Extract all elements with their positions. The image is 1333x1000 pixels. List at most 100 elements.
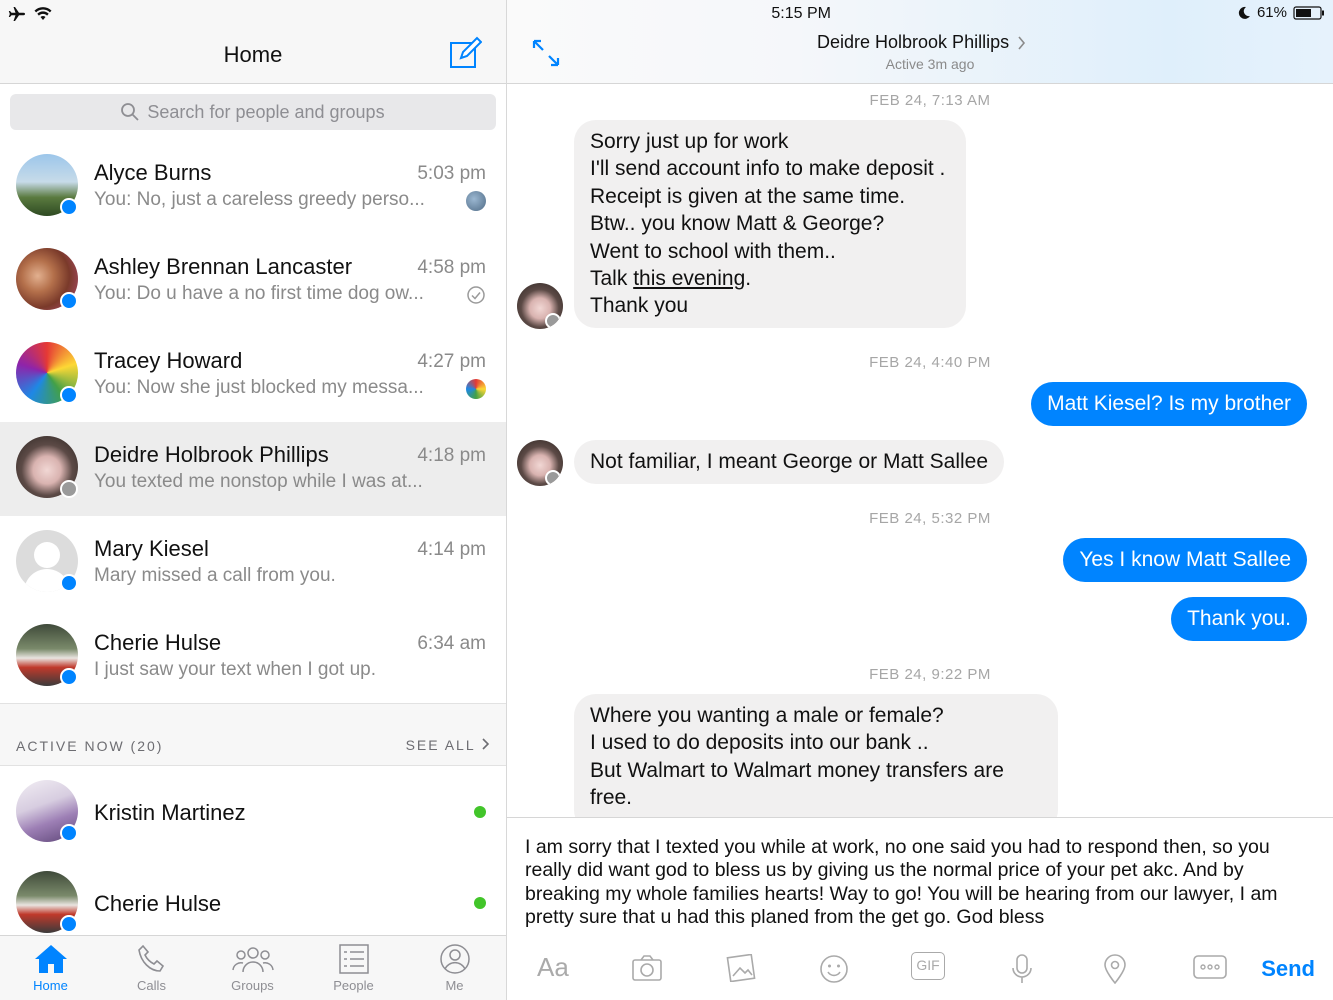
conversation-preview: I just saw your text when I got up. <box>94 659 376 680</box>
compose-icon <box>450 36 483 68</box>
home-header: Home <box>0 0 506 84</box>
conversation-name: Cherie Hulse <box>94 630 222 655</box>
page-title: Home <box>223 42 283 67</box>
conversation-row-selected[interactable]: Deidre Holbrook Phillips 4:18 pm You tex… <box>0 422 506 516</box>
tab-groups[interactable]: Groups <box>202 936 303 1000</box>
chat-subtitle: Active 3m ago <box>885 56 975 72</box>
active-now-header: ACTIVE NOW (20) SEE ALL <box>0 703 506 766</box>
conversation-row[interactable]: Tracey Howard 4:27 pm You: Now she just … <box>0 328 506 422</box>
outgoing-message[interactable]: Thank you. <box>1171 597 1307 641</box>
conversation-name: Ashley Brennan Lancaster <box>94 254 353 279</box>
chat-pane: 5:15 PM 61% Deidre Holbrook Phillips Act… <box>507 0 1333 1000</box>
camera-icon[interactable] <box>631 954 663 982</box>
tab-home[interactable]: Home <box>0 936 101 1000</box>
conversation-time: 4:58 pm <box>417 257 486 278</box>
search-input[interactable]: Search for people and groups <box>10 94 496 130</box>
message-line: free. <box>590 786 633 810</box>
more-options-icon[interactable] <box>1193 954 1227 980</box>
conversation-pane: Home Search for people and groups Alyce … <box>0 0 507 1000</box>
emoji-icon[interactable] <box>819 954 849 984</box>
conversation-preview: You: Do u have a no first time dog ow... <box>94 283 424 304</box>
conversation-time: 5:03 pm <box>417 163 486 184</box>
sent-check-icon <box>467 286 485 304</box>
chat-header: 5:15 PM 61% Deidre Holbrook Phillips Act… <box>507 0 1333 84</box>
see-all-link[interactable]: SEE ALL <box>406 737 490 753</box>
send-button[interactable]: Send <box>1261 956 1315 982</box>
conversation-row[interactable]: Alyce Burns 5:03 pm You: No, just a care… <box>0 140 506 234</box>
message-line: But Walmart to Walmart money transfers a… <box>590 758 1004 782</box>
text-style-button[interactable]: Aa <box>537 952 569 983</box>
message-line: I used to do deposits into our bank .. <box>590 731 929 755</box>
message-line: I'll send account info to make deposit . <box>590 157 946 181</box>
outgoing-message[interactable]: Yes I know Matt Sallee <box>1063 538 1307 582</box>
tab-label: People <box>333 978 374 993</box>
active-person-name: Kristin Martinez <box>94 800 246 825</box>
message-composer[interactable]: I am sorry that I texted you while at wo… <box>507 817 1333 1000</box>
chat-title-button[interactable]: Deidre Holbrook Phillips <box>817 32 1026 53</box>
incoming-message[interactable]: Not familiar, I meant George or Matt Sal… <box>574 440 1005 484</box>
conversation-row[interactable]: Ashley Brennan Lancaster 4:58 pm You: Do… <box>0 234 506 328</box>
tab-calls[interactable]: Calls <box>101 936 202 1000</box>
location-pin-icon[interactable] <box>1103 954 1127 984</box>
search-placeholder: Search for people and groups <box>147 101 385 122</box>
message-line: Receipt is given at the same time. <box>590 184 906 208</box>
conversation-row[interactable]: Cherie Hulse 6:34 am I just saw your tex… <box>0 610 506 704</box>
gif-button[interactable]: GIF <box>911 952 945 980</box>
search-icon <box>121 103 140 121</box>
tab-bar: Home Calls Groups People Me <box>0 935 506 1000</box>
conversation-preview: You texted me nonstop while I was at... <box>94 471 423 492</box>
messenger-badge-icon <box>60 915 78 933</box>
timestamp: FEB 24, 4:40 PM <box>869 354 991 371</box>
facebook-badge-icon <box>60 480 78 498</box>
chat-title: Deidre Holbrook Phillips <box>817 32 1010 52</box>
groups-icon <box>231 947 274 973</box>
seen-avatar-icon <box>466 379 486 399</box>
profile-icon <box>439 944 470 974</box>
conversation-preview: Mary missed a call from you. <box>94 565 336 586</box>
tab-me[interactable]: Me <box>404 936 505 1000</box>
messenger-badge-icon <box>60 292 78 310</box>
sender-avatar[interactable] <box>517 283 563 329</box>
message-line: Went to school with them.. <box>590 239 836 263</box>
tab-people[interactable]: People <box>303 936 404 1000</box>
microphone-icon[interactable] <box>1011 954 1033 984</box>
date-link[interactable]: this evening <box>633 267 745 290</box>
moon-icon <box>1238 6 1250 19</box>
messenger-badge-icon <box>60 574 78 592</box>
phone-icon <box>137 944 164 972</box>
active-person-row[interactable]: Kristin Martinez <box>0 766 506 858</box>
conversation-preview: You: Now she just blocked my messa... <box>94 377 424 398</box>
messenger-badge-icon <box>60 386 78 404</box>
airplane-icon <box>8 7 26 21</box>
battery-icon <box>1293 5 1324 20</box>
conversation-row[interactable]: Mary Kiesel 4:14 pm Mary missed a call f… <box>0 516 506 610</box>
timestamp: FEB 24, 7:13 AM <box>869 92 991 109</box>
message-text: . <box>745 267 752 291</box>
tab-label: Me <box>445 978 464 993</box>
message-input[interactable]: I am sorry that I texted you while at wo… <box>525 836 1315 929</box>
outgoing-message[interactable]: Matt Kiesel? Is my brother <box>1031 382 1307 426</box>
timestamp: FEB 24, 9:22 PM <box>869 666 991 683</box>
conversation-time: 4:27 pm <box>417 351 486 372</box>
messenger-badge-icon <box>60 198 78 216</box>
photo-gallery-icon[interactable] <box>725 954 757 982</box>
home-icon <box>34 945 67 973</box>
incoming-message[interactable]: Sorry just up for work I'll send account… <box>574 120 966 328</box>
message-line: Sorry just up for work <box>590 130 789 153</box>
messenger-badge-icon <box>60 668 78 686</box>
active-now-label: ACTIVE NOW (20) <box>16 738 164 754</box>
conversation-time: 4:18 pm <box>417 445 486 466</box>
battery-percent: 61% <box>1256 4 1287 21</box>
online-indicator-icon <box>474 806 486 818</box>
incoming-message[interactable]: Where you wanting a male or female? I us… <box>574 694 1058 817</box>
status-time: 5:15 PM <box>771 5 831 22</box>
see-all-label: SEE ALL <box>405 737 476 753</box>
tab-label: Home <box>33 978 68 993</box>
seen-avatar-icon <box>466 191 486 211</box>
active-person-name: Cherie Hulse <box>94 891 222 916</box>
compose-button[interactable] <box>448 36 483 70</box>
composer-toolbar: Aa GIF Send <box>507 948 1333 993</box>
people-list-icon <box>338 944 369 974</box>
sender-avatar[interactable] <box>517 440 563 486</box>
conversation-name: Deidre Holbrook Phillips <box>94 442 329 467</box>
